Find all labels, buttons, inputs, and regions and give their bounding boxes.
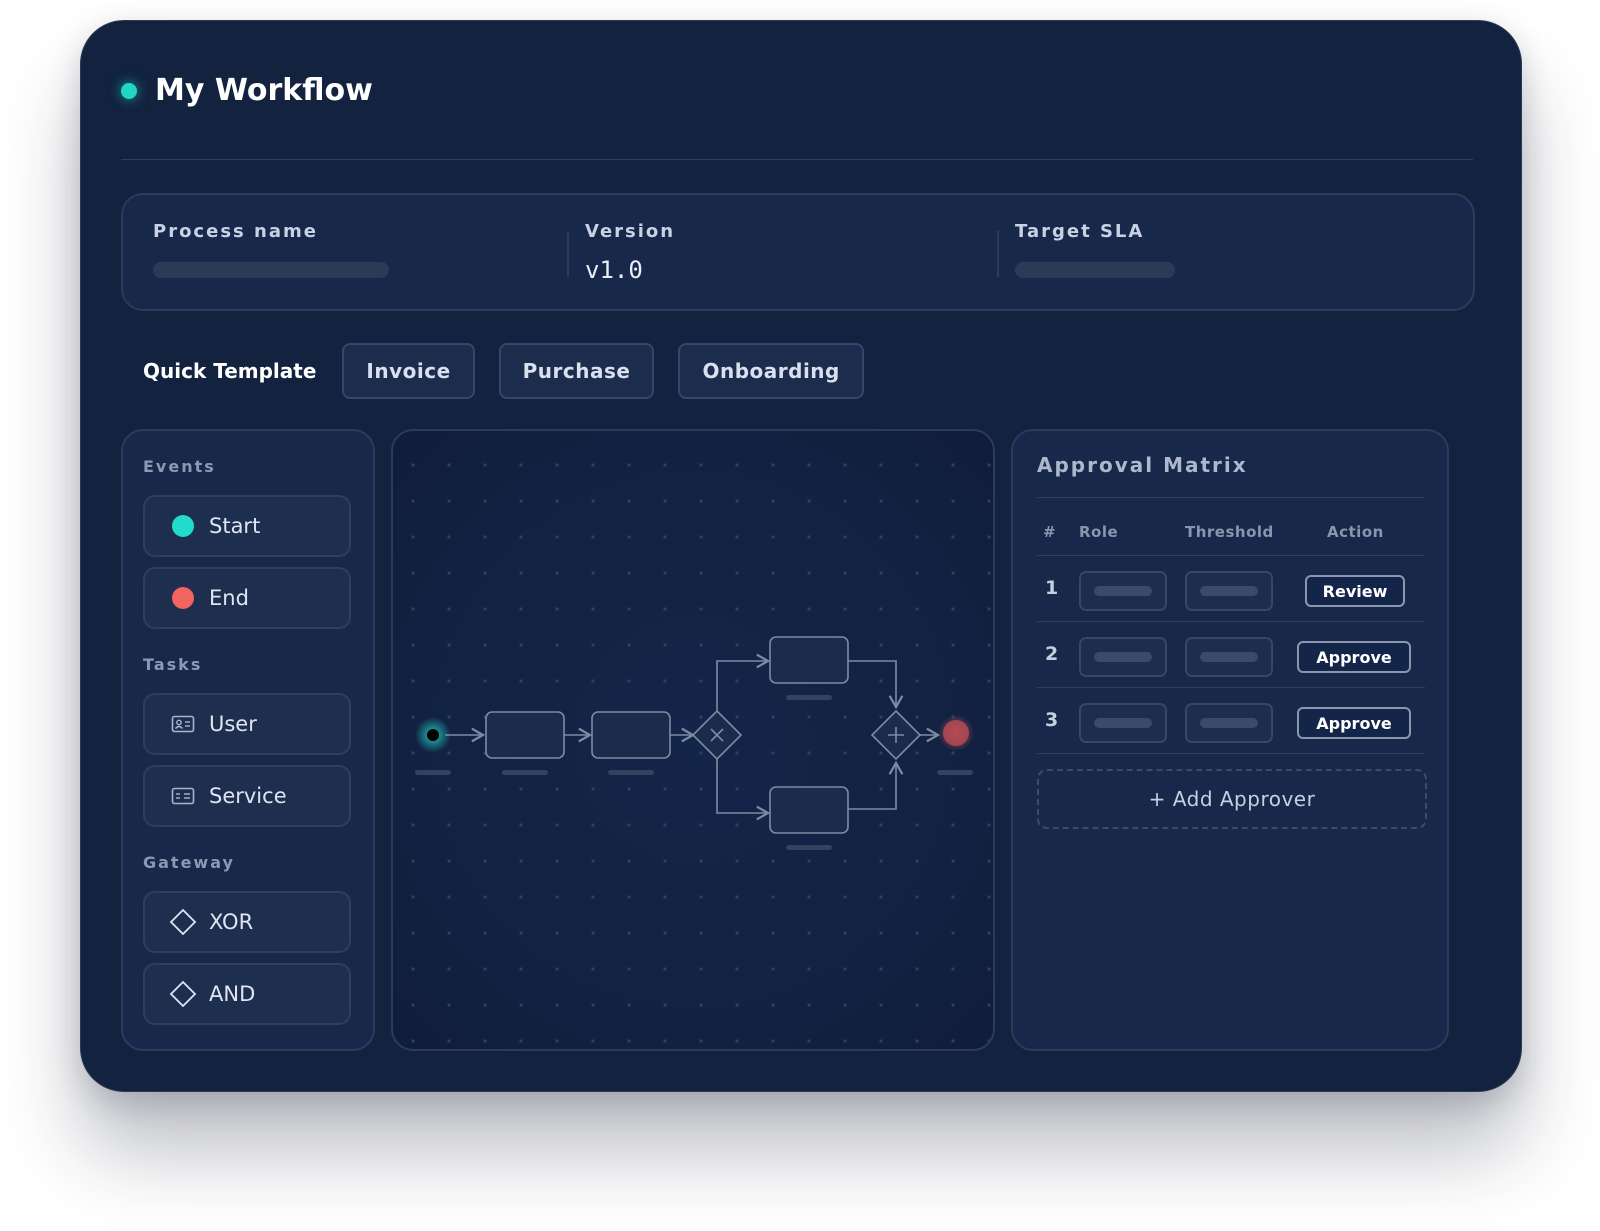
matrix-divider <box>1037 687 1425 688</box>
info-separator <box>997 231 999 277</box>
diamond-icon <box>163 980 203 1008</box>
role-field[interactable] <box>1079 703 1167 743</box>
gateway-section-label: Gateway <box>143 853 235 872</box>
column-header-num: # <box>1043 523 1057 541</box>
template-purchase-button[interactable]: Purchase <box>498 343 655 399</box>
palette-item-label: End <box>209 586 249 610</box>
quick-template-row: Quick Template Invoice Purchase Onboardi… <box>143 343 888 399</box>
start-event-icon <box>163 515 203 537</box>
process-name-placeholder <box>153 262 389 278</box>
threshold-field[interactable] <box>1185 571 1273 611</box>
task-node[interactable] <box>591 711 671 759</box>
palette-item-label: User <box>209 712 257 736</box>
start-event-core <box>427 729 439 741</box>
process-name-label: Process name <box>153 221 318 242</box>
process-name-field[interactable]: Process name <box>153 221 389 278</box>
row-number: 1 <box>1045 577 1059 599</box>
task-node[interactable] <box>769 786 849 834</box>
review-button[interactable]: Review <box>1305 575 1405 607</box>
threshold-field[interactable] <box>1185 637 1273 677</box>
role-field[interactable] <box>1079 637 1167 677</box>
workflow-diagram <box>393 431 993 1049</box>
tasks-section-label: Tasks <box>143 655 203 674</box>
status-dot-icon <box>121 82 137 99</box>
info-separator <box>567 231 569 277</box>
template-onboarding-button[interactable]: Onboarding <box>678 343 864 399</box>
version-value: v1.0 <box>585 256 643 284</box>
palette-item-label: AND <box>209 982 256 1006</box>
matrix-divider <box>1037 497 1425 498</box>
events-section-label: Events <box>143 457 216 476</box>
approve-button[interactable]: Approve <box>1297 641 1411 673</box>
end-event-icon <box>163 587 203 609</box>
quick-template-label: Quick Template <box>143 359 317 383</box>
palette-item-user[interactable]: User <box>143 693 351 755</box>
matrix-divider <box>1037 555 1425 556</box>
element-palette: Events Start End Tasks User Service Gate… <box>121 429 375 1051</box>
column-header-role: Role <box>1079 523 1119 541</box>
palette-item-end[interactable]: End <box>143 567 351 629</box>
target-sla-field[interactable]: Target SLA <box>1015 221 1175 278</box>
version-label: Version <box>585 221 676 242</box>
approval-matrix-panel: Approval Matrix # Role Threshold Action … <box>1011 429 1449 1051</box>
column-header-action: Action <box>1327 523 1384 541</box>
target-sla-placeholder <box>1015 262 1175 278</box>
threshold-field[interactable] <box>1185 703 1273 743</box>
target-sla-label: Target SLA <box>1015 221 1145 242</box>
row-number: 2 <box>1045 643 1059 665</box>
approve-button[interactable]: Approve <box>1297 707 1411 739</box>
title-row: My Workflow <box>121 73 373 108</box>
diamond-icon <box>163 908 203 936</box>
task-node[interactable] <box>485 711 565 759</box>
workflow-window: My Workflow Process name Version v1.0 Ta… <box>80 20 1522 1092</box>
page-title: My Workflow <box>155 73 373 108</box>
header-divider <box>121 159 1473 160</box>
row-number: 3 <box>1045 709 1059 731</box>
matrix-divider <box>1037 753 1425 754</box>
palette-item-service[interactable]: Service <box>143 765 351 827</box>
service-task-icon <box>163 787 203 805</box>
palette-item-label: XOR <box>209 910 254 934</box>
palette-item-start[interactable]: Start <box>143 495 351 557</box>
palette-item-label: Service <box>209 784 287 808</box>
add-approver-button[interactable]: + Add Approver <box>1037 769 1427 829</box>
approval-matrix-title: Approval Matrix <box>1037 453 1248 477</box>
column-header-threshold: Threshold <box>1185 523 1274 541</box>
process-info-bar: Process name Version v1.0 Target SLA <box>121 193 1475 311</box>
palette-item-and[interactable]: AND <box>143 963 351 1025</box>
version-field[interactable]: Version v1.0 <box>585 221 675 284</box>
workflow-canvas[interactable] <box>391 429 995 1051</box>
role-field[interactable] <box>1079 571 1167 611</box>
matrix-divider <box>1037 621 1425 622</box>
palette-item-xor[interactable]: XOR <box>143 891 351 953</box>
task-node[interactable] <box>769 636 849 684</box>
template-invoice-button[interactable]: Invoice <box>342 343 475 399</box>
user-task-icon <box>163 715 203 733</box>
palette-item-label: Start <box>209 514 261 538</box>
